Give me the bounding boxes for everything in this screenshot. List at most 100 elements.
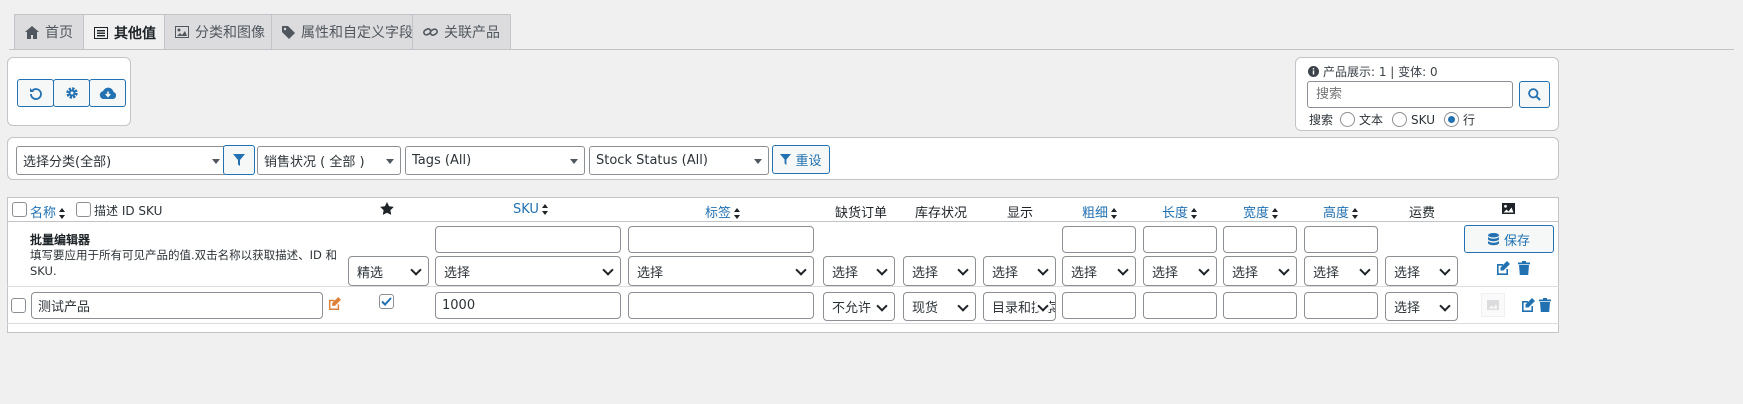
chevron-down-icon bbox=[1359, 264, 1371, 276]
chevron-down-icon bbox=[1439, 264, 1451, 276]
sort-icon bbox=[1352, 208, 1359, 219]
row-checkbox[interactable] bbox=[11, 298, 26, 313]
product-stock-status-select[interactable]: 现货 bbox=[903, 292, 976, 321]
list-icon bbox=[94, 26, 108, 39]
product-name-input[interactable]: 测试产品 bbox=[31, 292, 323, 319]
save-button[interactable]: 保存 bbox=[1464, 225, 1554, 253]
undo-button[interactable] bbox=[17, 79, 54, 107]
tags-filter-value: Tags (All) bbox=[412, 153, 472, 168]
reset-button[interactable]: 重设 bbox=[772, 145, 830, 174]
column-stock-status-header: 库存状况 bbox=[915, 206, 968, 221]
product-thumbnail[interactable] bbox=[1481, 293, 1505, 317]
bulk-stock-status-select[interactable]: 选择 bbox=[903, 256, 976, 286]
bulk-trash-icon[interactable] bbox=[1518, 261, 1530, 275]
bulk-display-select[interactable]: 选择 bbox=[983, 256, 1056, 286]
settings-button[interactable] bbox=[53, 79, 90, 107]
bulk-length-select[interactable]: 选择 bbox=[1143, 256, 1217, 286]
radio-sku[interactable] bbox=[1392, 112, 1408, 127]
column-shipping-header: 运费 bbox=[1409, 206, 1436, 221]
column-sku-header[interactable]: SKU bbox=[513, 202, 549, 217]
bulk-width-input[interactable] bbox=[1223, 226, 1297, 253]
product-name-value: 测试产品 bbox=[38, 300, 91, 315]
product-weight-input[interactable] bbox=[1062, 292, 1136, 319]
tags-filter-select[interactable]: Tags (All) bbox=[405, 146, 585, 175]
bulk-featured-select[interactable]: 精选 bbox=[348, 256, 429, 286]
bulk-width-value: 选择 bbox=[1232, 265, 1259, 281]
search-input[interactable] bbox=[1307, 81, 1513, 108]
filter-panel: 选择分类(全部) 销售状况 ( 全部 ) Tags (All) Stock St… bbox=[7, 137, 1559, 180]
category-filter-value: 选择分类(全部) bbox=[23, 155, 112, 170]
bulk-sku-select-value: 选择 bbox=[444, 265, 471, 281]
tab-divider bbox=[9, 49, 1734, 50]
bulk-height-input[interactable] bbox=[1304, 226, 1378, 253]
bulk-weight-select[interactable]: 选择 bbox=[1062, 256, 1136, 286]
reset-label: 重设 bbox=[795, 154, 822, 169]
tab-home[interactable]: 首页 bbox=[14, 14, 84, 49]
image-icon bbox=[175, 26, 189, 38]
bulk-edit-icon[interactable] bbox=[1496, 261, 1510, 275]
chevron-down-icon bbox=[1278, 264, 1290, 276]
column-width-header[interactable]: 宽度 bbox=[1243, 202, 1279, 221]
bulk-tags-input[interactable] bbox=[628, 226, 814, 253]
product-edit-icon[interactable] bbox=[1521, 298, 1535, 312]
product-length-input[interactable] bbox=[1143, 292, 1217, 319]
bulk-backorders-select[interactable]: 选择 bbox=[823, 256, 895, 286]
product-sku-input[interactable]: 1000 bbox=[435, 292, 621, 319]
featured-checkbox[interactable] bbox=[379, 294, 394, 309]
column-length-header[interactable]: 长度 bbox=[1162, 202, 1198, 221]
chevron-down-icon bbox=[1117, 264, 1129, 276]
product-tags-input[interactable] bbox=[628, 292, 814, 319]
radio-text[interactable] bbox=[1340, 112, 1356, 127]
database-icon bbox=[1487, 232, 1499, 246]
category-filter-select[interactable]: 选择分类(全部) bbox=[16, 146, 227, 175]
product-count-info: 产品展示: 1 | 变体: 0 bbox=[1308, 63, 1438, 80]
tab-categories-images-label: 分类和图像 bbox=[195, 25, 265, 41]
product-trash-icon[interactable] bbox=[1539, 298, 1551, 312]
filter-button[interactable] bbox=[223, 145, 255, 175]
sale-status-select[interactable]: 销售状况 ( 全部 ) bbox=[257, 146, 401, 175]
column-tags-label: 标签 bbox=[705, 206, 732, 221]
column-tags-header[interactable]: 标签 bbox=[705, 202, 741, 221]
bulk-sku-select[interactable]: 选择 bbox=[435, 256, 621, 286]
bulk-shipping-value: 选择 bbox=[1394, 265, 1421, 281]
product-display-select[interactable]: 目录和搜索 bbox=[983, 292, 1056, 321]
column-name-header[interactable]: 名称 bbox=[30, 202, 66, 221]
tab-attributes[interactable]: 属性和自定义字段 bbox=[271, 14, 424, 49]
tab-linked-products-label: 关联产品 bbox=[444, 25, 500, 41]
caret-down-icon bbox=[386, 159, 394, 164]
tab-other-values[interactable]: 其他值 bbox=[83, 14, 167, 50]
bulk-shipping-select[interactable]: 选择 bbox=[1385, 256, 1458, 286]
show-desc-checkbox[interactable] bbox=[76, 202, 91, 217]
caret-down-icon bbox=[212, 159, 220, 164]
column-weight-header[interactable]: 粗细 bbox=[1082, 202, 1118, 221]
download-button[interactable] bbox=[89, 79, 126, 107]
select-all-checkbox[interactable] bbox=[12, 202, 27, 217]
tab-categories-images[interactable]: 分类和图像 bbox=[164, 14, 276, 49]
product-width-input[interactable] bbox=[1223, 292, 1297, 319]
sort-icon bbox=[1191, 208, 1198, 219]
bulk-length-input[interactable] bbox=[1143, 226, 1217, 253]
product-count-text: 产品展示: 1 | 变体: 0 bbox=[1323, 65, 1438, 79]
bulk-length-value: 选择 bbox=[1152, 265, 1179, 281]
search-mode-label: 搜索 bbox=[1309, 113, 1334, 127]
column-display-header: 显示 bbox=[1007, 206, 1034, 221]
bulk-tags-select[interactable]: 选择 bbox=[628, 256, 814, 286]
sale-status-value: 销售状况 ( 全部 ) bbox=[264, 155, 365, 170]
bulk-weight-input[interactable] bbox=[1062, 226, 1136, 253]
edit-name-icon[interactable] bbox=[328, 297, 341, 310]
search-button[interactable] bbox=[1519, 81, 1550, 108]
product-shipping-select[interactable]: 选择 bbox=[1385, 292, 1458, 321]
product-height-input[interactable] bbox=[1304, 292, 1378, 319]
bulk-height-select[interactable]: 选择 bbox=[1304, 256, 1378, 286]
column-weight-label: 粗细 bbox=[1082, 206, 1109, 221]
tab-linked-products[interactable]: 关联产品 bbox=[412, 14, 511, 49]
product-backorders-select[interactable]: 不允许 bbox=[823, 292, 895, 321]
product-stock-status-value: 现货 bbox=[912, 301, 939, 316]
radio-row[interactable] bbox=[1443, 112, 1459, 127]
info-icon bbox=[1308, 66, 1319, 77]
stock-status-filter-select[interactable]: Stock Status (All) bbox=[589, 146, 769, 175]
bulk-width-select[interactable]: 选择 bbox=[1223, 256, 1297, 286]
bulk-sku-input[interactable] bbox=[435, 226, 621, 253]
filter-icon bbox=[233, 154, 245, 166]
column-height-header[interactable]: 高度 bbox=[1323, 202, 1359, 221]
